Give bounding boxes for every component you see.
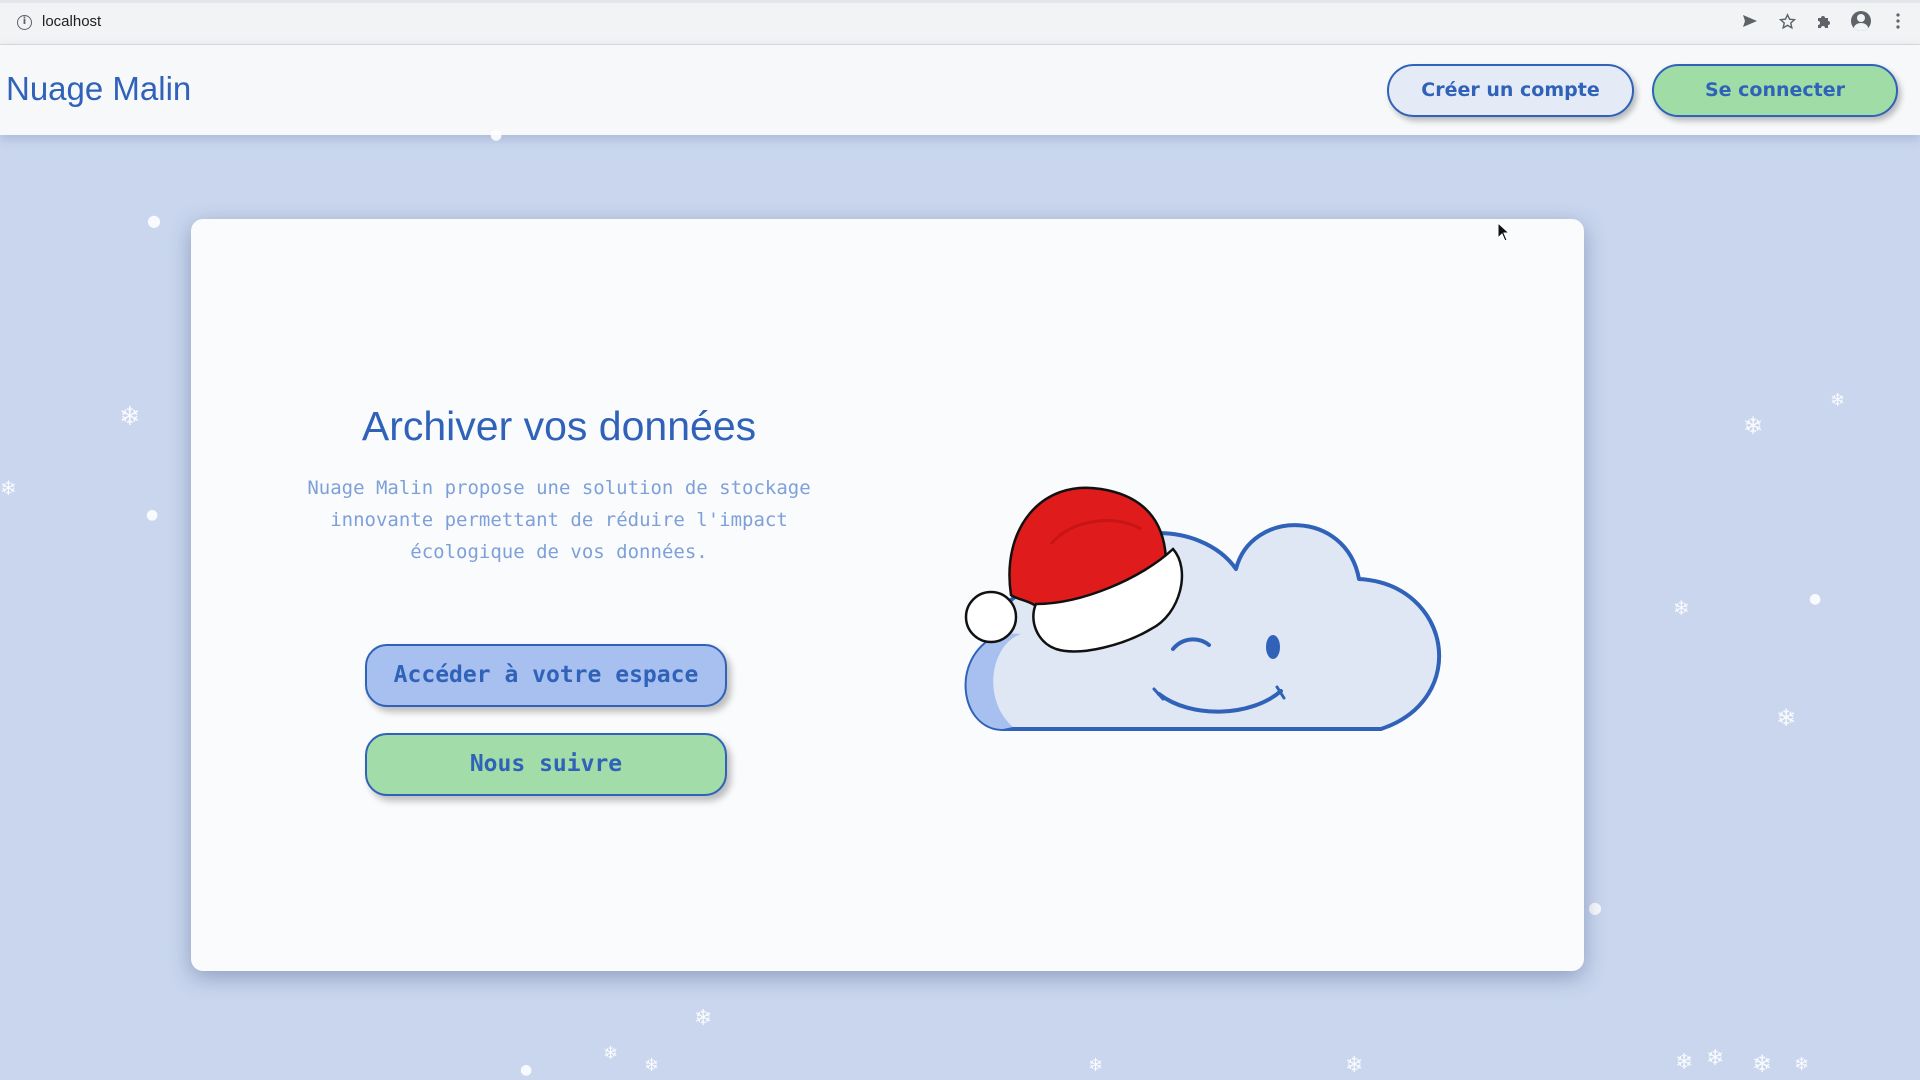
snowflake-icon: ● bbox=[490, 127, 503, 143]
snowflake-icon: ❄ bbox=[0, 476, 17, 500]
snowflake-icon: ❄ bbox=[1752, 1050, 1773, 1078]
site-header: Nuage Malin Créer un compte Se connecter bbox=[0, 45, 1920, 135]
puzzle-icon[interactable] bbox=[1814, 11, 1834, 31]
access-space-button[interactable]: Accéder à votre espace bbox=[365, 644, 727, 707]
snowflake-icon: ❄ bbox=[119, 402, 141, 432]
send-icon[interactable] bbox=[1740, 11, 1760, 31]
login-button[interactable]: Se connecter bbox=[1652, 64, 1898, 117]
hero-title: Archiver vos données bbox=[361, 403, 757, 449]
snowflake-icon: ❄ bbox=[694, 1006, 713, 1031]
snowflake-icon: ● bbox=[146, 507, 159, 523]
snowflake-icon: ❄ bbox=[1743, 412, 1764, 440]
hero-card: Archiver vos données Nuage Malin propose… bbox=[191, 219, 1584, 971]
browser-actions bbox=[1740, 11, 1908, 31]
snowflake-icon: ❄ bbox=[1830, 390, 1846, 411]
mouse-cursor-icon bbox=[1497, 222, 1511, 242]
snowflake-icon: ❄ bbox=[1675, 1050, 1694, 1075]
snowflake-icon: ❄ bbox=[1706, 1046, 1725, 1071]
address-bar[interactable]: localhost bbox=[42, 13, 101, 31]
snowflake-icon: ● bbox=[1588, 898, 1602, 917]
brand-logo[interactable]: Nuage Malin bbox=[6, 69, 191, 109]
snowflake-icon: ● bbox=[1809, 591, 1822, 607]
follow-us-button[interactable]: Nous suivre bbox=[365, 733, 727, 796]
browser-toolbar: i localhost bbox=[0, 0, 1920, 45]
snowflake-icon: ❄ bbox=[644, 1055, 660, 1076]
snowflake-icon: ● bbox=[520, 1062, 533, 1078]
hero-description-line: écologique de vos données. bbox=[410, 541, 708, 563]
hero-description: Nuage Malin propose une solution de stoc… bbox=[291, 472, 827, 568]
create-account-button[interactable]: Créer un compte bbox=[1387, 64, 1634, 117]
star-icon[interactable] bbox=[1777, 11, 1797, 31]
snowflake-icon: ❄ bbox=[1345, 1053, 1364, 1078]
loading-bar bbox=[0, 0, 1920, 3]
snowflake-icon: ● bbox=[147, 211, 161, 230]
kebab-menu-icon[interactable] bbox=[1888, 11, 1908, 31]
profile-icon[interactable] bbox=[1851, 11, 1871, 31]
snowflake-icon: ❄ bbox=[1088, 1055, 1104, 1076]
hero-description-line: innovante permettant de réduire l'impact bbox=[330, 509, 788, 531]
snowflake-icon: ❄ bbox=[1776, 704, 1797, 732]
snowflake-icon: ❄ bbox=[1673, 596, 1690, 620]
snowflake-icon: ❄ bbox=[1794, 1054, 1810, 1075]
hero-description-line: Nuage Malin propose une solution de stoc… bbox=[307, 477, 811, 499]
cloud-with-santa-hat-icon bbox=[964, 486, 1442, 731]
info-icon[interactable]: i bbox=[17, 15, 32, 30]
snowflake-icon: ❄ bbox=[603, 1043, 619, 1064]
